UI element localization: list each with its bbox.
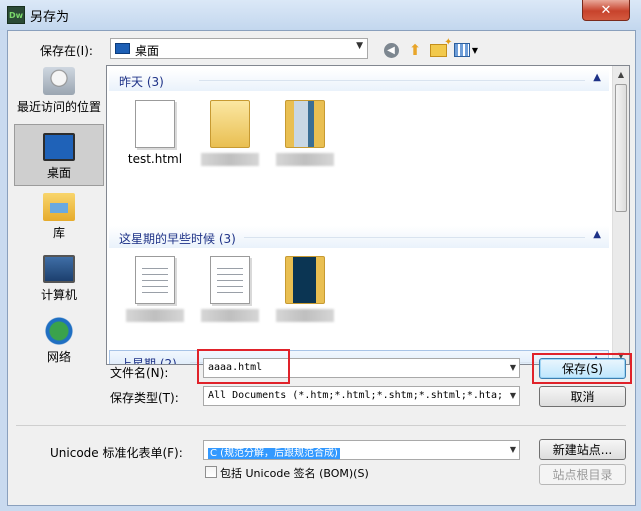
- save-in-value: 桌面: [135, 44, 160, 58]
- unicode-normalization-value: C (规范分解，后跟规范合成): [208, 448, 340, 459]
- bom-checkbox-label[interactable]: 包括 Unicode 签名 (BOM)(S): [220, 465, 369, 481]
- cancel-button[interactable]: 取消: [539, 386, 626, 407]
- new-site-button[interactable]: 新建站点...: [539, 439, 626, 460]
- separator: [16, 425, 626, 426]
- library-icon: [43, 193, 75, 221]
- computer-icon: [43, 255, 75, 283]
- place-label: 最近访问的位置: [16, 100, 101, 114]
- redacted-label: [201, 309, 259, 322]
- save-in-combo[interactable]: 桌面 ▼: [110, 38, 368, 59]
- bom-checkbox[interactable]: [205, 466, 217, 478]
- document-icon: [210, 256, 250, 304]
- place-desktop[interactable]: 桌面: [14, 124, 104, 186]
- places-bar: 最近访问的位置 桌面 库 计算机 网络: [14, 65, 104, 400]
- place-label: 网络: [46, 350, 71, 364]
- filetype-value: All Documents (*.htm;*.html;*.shtm;*.sht…: [208, 390, 504, 401]
- unicode-normalization-label: Unicode 标准化表单(F):: [50, 446, 183, 460]
- group-header-earlier-this-week[interactable]: 这星期的早些时候 (3) ▲: [109, 226, 609, 248]
- scroll-up-icon[interactable]: ▲: [613, 66, 629, 83]
- place-label: 库: [52, 226, 65, 240]
- place-computer[interactable]: 计算机: [14, 255, 104, 305]
- dark-folder-icon: [285, 256, 325, 304]
- recent-places-icon: [43, 67, 75, 95]
- chevron-down-icon: ▼: [356, 41, 363, 51]
- file-item[interactable]: [187, 256, 273, 322]
- group-header-yesterday[interactable]: 昨天 (3) ▲: [109, 69, 609, 91]
- group-title: 昨天 (3): [119, 75, 164, 89]
- filetype-select[interactable]: All Documents (*.htm;*.html;*.shtm;*.sht…: [203, 386, 520, 406]
- up-folder-button[interactable]: ⬆: [406, 41, 424, 59]
- redacted-label: [276, 153, 334, 166]
- network-icon: [43, 317, 75, 345]
- chevron-down-icon: ▼: [471, 45, 479, 55]
- chevron-down-icon: ▼: [509, 445, 516, 454]
- up-folder-icon: ⬆: [408, 41, 422, 59]
- title-bar: Dw 另存为 ✕: [0, 0, 641, 30]
- desktop-icon: [115, 43, 130, 54]
- folder-item[interactable]: [262, 256, 348, 322]
- filename-label: 文件名(N):: [110, 366, 169, 380]
- group-divider: [244, 237, 585, 238]
- file-list[interactable]: 昨天 (3) ▲ test.html 这星期的早些时候 (3) ▲ 上星期 (2…: [106, 65, 630, 365]
- document-icon: [135, 256, 175, 304]
- back-arrow-icon: ◀: [383, 42, 399, 58]
- view-menu-button[interactable]: ▼: [453, 41, 479, 59]
- group-divider: [199, 80, 585, 81]
- place-recent[interactable]: 最近访问的位置: [14, 67, 104, 121]
- folder-icon: [210, 100, 250, 148]
- document-icon: [135, 100, 175, 148]
- close-button[interactable]: ✕: [582, 0, 630, 21]
- file-item[interactable]: [112, 256, 198, 322]
- save-in-label: 保存在(I):: [40, 44, 93, 58]
- chevron-down-icon: ▼: [507, 391, 516, 400]
- redacted-label: [201, 153, 259, 166]
- file-item[interactable]: test.html: [112, 100, 198, 166]
- photo-folder-icon: [285, 100, 325, 148]
- unicode-normalization-select[interactable]: C (规范分解，后跟规范合成) ▼: [203, 440, 520, 460]
- redacted-label: [126, 309, 184, 322]
- chevron-up-icon: ▲: [593, 229, 601, 240]
- folder-item[interactable]: [187, 100, 273, 166]
- chevron-down-icon: ▼: [509, 363, 516, 372]
- filetype-label: 保存类型(T):: [110, 391, 179, 405]
- place-network[interactable]: 网络: [14, 317, 104, 367]
- redacted-label: [276, 309, 334, 322]
- views-icon: [453, 43, 470, 57]
- new-folder-icon: [429, 37, 453, 57]
- group-title: 这星期的早些时候 (3): [119, 232, 236, 246]
- scroll-thumb[interactable]: [615, 84, 627, 212]
- window-title: 另存为: [30, 10, 70, 25]
- chevron-up-icon: ▲: [593, 72, 601, 83]
- save-highlight-box: [532, 353, 632, 384]
- file-label: test.html: [127, 152, 183, 166]
- place-label: 计算机: [40, 288, 77, 302]
- vertical-scrollbar[interactable]: ▲ ▼: [612, 66, 629, 364]
- place-library[interactable]: 库: [14, 193, 104, 243]
- desktop-icon: [43, 133, 75, 161]
- site-root-button[interactable]: 站点根目录: [539, 464, 626, 485]
- dreamweaver-app-icon: Dw: [7, 6, 25, 24]
- dialog-body: 保存在(I): 桌面 ▼ ◀ ⬆ ▼ 最近访问的位置 桌面 库 计算机: [7, 30, 636, 506]
- place-label: 桌面: [46, 166, 71, 180]
- folder-item[interactable]: [262, 100, 348, 166]
- new-folder-button[interactable]: [429, 37, 453, 59]
- filename-highlight-box: [197, 349, 290, 384]
- back-button[interactable]: ◀: [382, 41, 400, 59]
